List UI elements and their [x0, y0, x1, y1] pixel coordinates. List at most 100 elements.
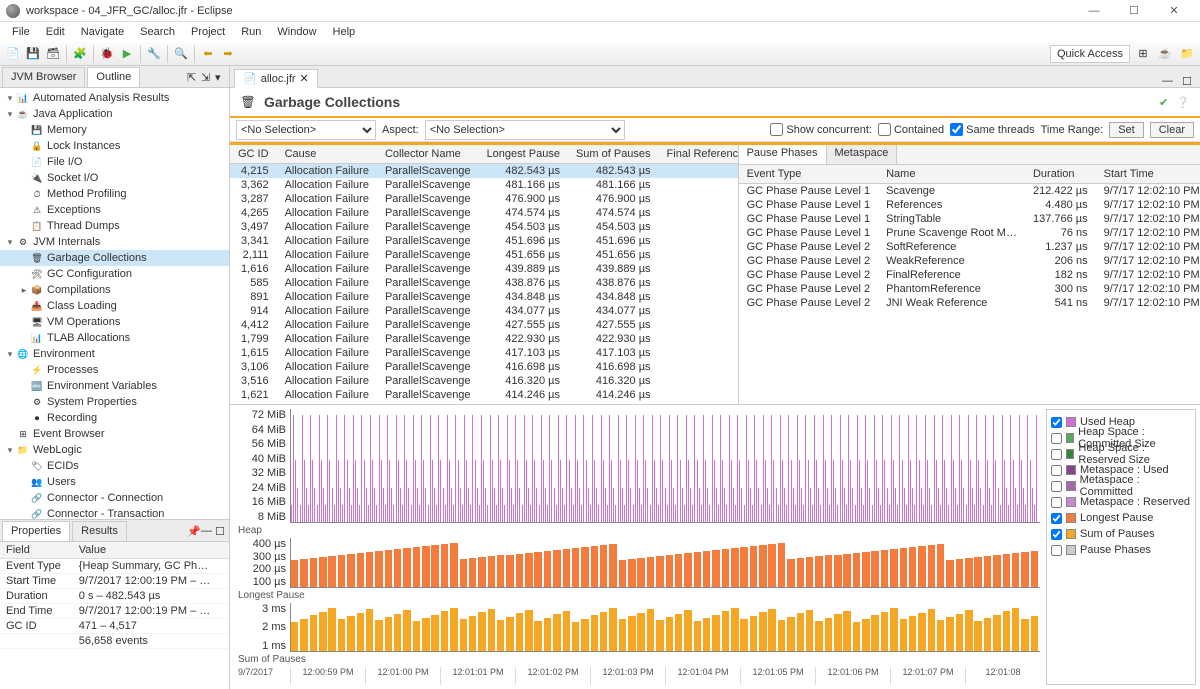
- gc-row[interactable]: 1,799Allocation FailureParallelScavenge4…: [230, 332, 739, 346]
- tab-metaspace[interactable]: Metaspace: [827, 145, 898, 164]
- menu-navigate[interactable]: Navigate: [75, 24, 130, 40]
- tree-item[interactable]: 🔗Connector - Connection: [0, 490, 229, 506]
- gc-row[interactable]: 1,616Allocation FailureParallelScavenge4…: [230, 262, 739, 276]
- gc-row[interactable]: 4,215Allocation FailureParallelScavenge4…: [230, 164, 739, 179]
- back-icon[interactable]: ⬅: [199, 45, 217, 63]
- legend-item[interactable]: Sum of Pauses: [1051, 526, 1191, 542]
- gc-row[interactable]: 914Allocation FailureParallelScavenge434…: [230, 304, 739, 318]
- tree-item[interactable]: ⏺Recording: [0, 410, 229, 426]
- perspective-jmc-icon[interactable]: ☕: [1156, 45, 1174, 63]
- menu-window[interactable]: Window: [271, 24, 322, 40]
- maximize-editor-icon[interactable]: ☐: [1182, 75, 1194, 87]
- pin-icon[interactable]: 📌: [187, 525, 199, 537]
- same-threads-check[interactable]: Same threads: [950, 123, 1034, 136]
- tree-item[interactable]: 💾Memory: [0, 122, 229, 138]
- close-button[interactable]: ✕: [1154, 0, 1194, 22]
- gc-row[interactable]: 3,362Allocation FailureParallelScavenge4…: [230, 178, 739, 192]
- menu-help[interactable]: Help: [327, 24, 362, 40]
- tree-item[interactable]: 🛠GC Configuration: [0, 266, 229, 282]
- menu-search[interactable]: Search: [134, 24, 181, 40]
- tree-item[interactable]: 📊TLAB Allocations: [0, 330, 229, 346]
- gc-header[interactable]: Final References: [659, 145, 739, 164]
- phase-row[interactable]: GC Phase Pause Level 2WeakReference206 n…: [739, 254, 1200, 268]
- tree-item[interactable]: ▾📊Automated Analysis Results: [0, 90, 229, 106]
- tree-item[interactable]: ▾⚙JVM Internals: [0, 234, 229, 250]
- tree-item[interactable]: ⚡Processes: [0, 362, 229, 378]
- tree-item[interactable]: 🗑Garbage Collections: [0, 250, 229, 266]
- tree-item[interactable]: ▾📁WebLogic: [0, 442, 229, 458]
- maximize-button[interactable]: ☐: [1114, 0, 1154, 22]
- props-row[interactable]: Event Type{Heap Summary, GC Ph…: [0, 559, 229, 574]
- gc-row[interactable]: 3,516Allocation FailureParallelScavenge4…: [230, 374, 739, 388]
- legend-item[interactable]: Longest Pause: [1051, 510, 1191, 526]
- gc-header[interactable]: GC ID: [230, 145, 277, 164]
- tree-item[interactable]: ⚠Exceptions: [0, 202, 229, 218]
- phase-row[interactable]: GC Phase Pause Level 1References4.480 µs…: [739, 198, 1200, 212]
- gc-row[interactable]: 3,287Allocation FailureParallelScavenge4…: [230, 192, 739, 206]
- aspect-selection[interactable]: <No Selection>: [425, 120, 625, 140]
- tree-item[interactable]: 📋Thread Dumps: [0, 218, 229, 234]
- phase-table-wrap[interactable]: Event TypeNameDurationStart Time GC Phas…: [739, 165, 1200, 404]
- gc-table-wrap[interactable]: GC IDCauseCollector NameLongest PauseSum…: [230, 145, 739, 404]
- tree-item[interactable]: 📥Class Loading: [0, 298, 229, 314]
- gc-row[interactable]: 610Allocation FailureParallelScavenge413…: [230, 402, 739, 404]
- gc-header[interactable]: Sum of Pauses: [568, 145, 659, 164]
- phase-header[interactable]: Name: [878, 165, 1025, 184]
- minimize-editor-icon[interactable]: —: [1162, 75, 1174, 87]
- editor-tab-alloc[interactable]: 📄 alloc.jfr ✕: [234, 69, 318, 88]
- props-row[interactable]: GC ID471 – 4,517: [0, 619, 229, 634]
- minimize-view-icon[interactable]: —: [201, 525, 213, 537]
- menu-edit[interactable]: Edit: [40, 24, 71, 40]
- debug-icon[interactable]: 🐞: [98, 45, 116, 63]
- close-tab-icon[interactable]: ✕: [300, 72, 309, 85]
- phase-row[interactable]: GC Phase Pause Level 2PhantomReference30…: [739, 282, 1200, 296]
- tree-item[interactable]: ▾☕Java Application: [0, 106, 229, 122]
- gc-row[interactable]: 1,621Allocation FailureParallelScavenge4…: [230, 388, 739, 402]
- link-editor-icon[interactable]: ⇲: [201, 71, 213, 83]
- phase-row[interactable]: GC Phase Pause Level 1Prune Scavenge Roo…: [739, 226, 1200, 240]
- sum-pauses-chart[interactable]: [290, 603, 1040, 653]
- gc-row[interactable]: 2,111Allocation FailureParallelScavenge4…: [230, 248, 739, 262]
- view-menu-icon[interactable]: ▾: [215, 71, 227, 83]
- props-row[interactable]: Duration0 s – 482.543 µs: [0, 589, 229, 604]
- new-icon[interactable]: 📄: [4, 45, 22, 63]
- set-button[interactable]: Set: [1109, 122, 1144, 138]
- gc-header[interactable]: Longest Pause: [479, 145, 568, 164]
- outline-tree[interactable]: ▾📊Automated Analysis Results▾☕Java Appli…: [0, 88, 229, 519]
- props-header-value[interactable]: Value: [73, 542, 229, 559]
- gc-row[interactable]: 891Allocation FailureParallelScavenge434…: [230, 290, 739, 304]
- phase-row[interactable]: GC Phase Pause Level 1Scavenge212.422 µs…: [739, 184, 1200, 199]
- gc-row[interactable]: 3,106Allocation FailureParallelScavenge4…: [230, 360, 739, 374]
- contained-check[interactable]: Contained: [878, 123, 944, 136]
- forward-icon[interactable]: ➡: [219, 45, 237, 63]
- tab-jvm-browser[interactable]: JVM Browser: [2, 67, 85, 87]
- show-concurrent-check[interactable]: Show concurrent:: [770, 123, 872, 136]
- perspective-icon[interactable]: ⊞: [1134, 45, 1152, 63]
- phase-header[interactable]: Duration: [1025, 165, 1096, 184]
- tree-item[interactable]: 👥Users: [0, 474, 229, 490]
- tree-item[interactable]: 🔒Lock Instances: [0, 138, 229, 154]
- quick-access[interactable]: Quick Access: [1050, 45, 1130, 63]
- maximize-view-icon[interactable]: ☐: [215, 525, 227, 537]
- menu-project[interactable]: Project: [185, 24, 231, 40]
- menu-file[interactable]: File: [6, 24, 36, 40]
- collapse-all-icon[interactable]: ⇱: [187, 71, 199, 83]
- tree-item[interactable]: 📄File I/O: [0, 154, 229, 170]
- phase-row[interactable]: GC Phase Pause Level 2FinalReference182 …: [739, 268, 1200, 282]
- tree-item[interactable]: ⏱Method Profiling: [0, 186, 229, 202]
- phase-row[interactable]: GC Phase Pause Level 2SoftReference1.237…: [739, 240, 1200, 254]
- tree-item[interactable]: ▾🌐Environment: [0, 346, 229, 362]
- props-row[interactable]: 56,658 events: [0, 634, 229, 649]
- legend-item[interactable]: Heap Space : Reserved Size: [1051, 446, 1191, 462]
- external-tools-icon[interactable]: 🔧: [145, 45, 163, 63]
- tree-item[interactable]: 🔤Environment Variables: [0, 378, 229, 394]
- longest-pause-chart[interactable]: [290, 538, 1040, 588]
- run-icon[interactable]: ▶: [118, 45, 136, 63]
- tab-properties[interactable]: Properties: [2, 521, 70, 541]
- gc-row[interactable]: 3,497Allocation FailureParallelScavenge4…: [230, 220, 739, 234]
- props-header-field[interactable]: Field: [0, 542, 73, 559]
- chart-area[interactable]: 72 MiB64 MiB56 MiB40 MiB32 MiB24 MiB16 M…: [230, 405, 1042, 689]
- gc-header[interactable]: Cause: [277, 145, 377, 164]
- gc-row[interactable]: 1,615Allocation FailureParallelScavenge4…: [230, 346, 739, 360]
- tree-item[interactable]: ▸📦Compilations: [0, 282, 229, 298]
